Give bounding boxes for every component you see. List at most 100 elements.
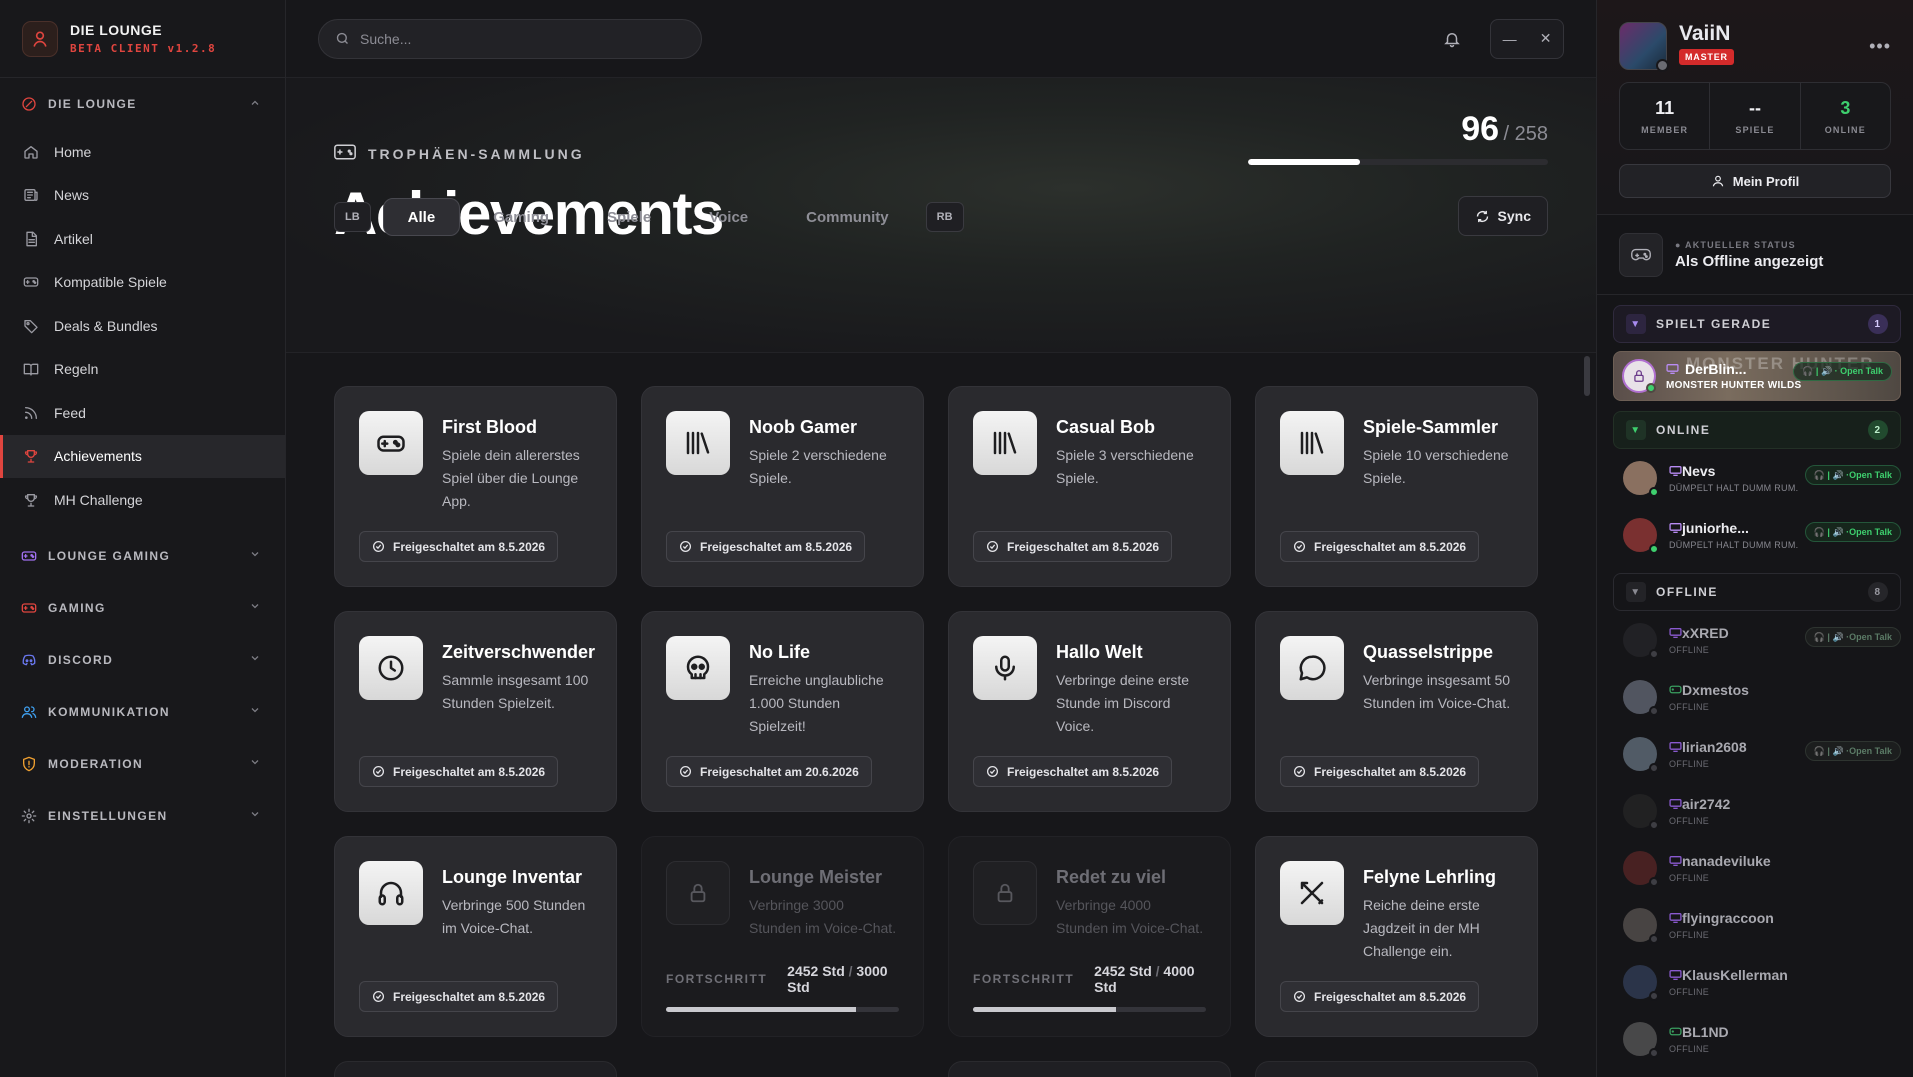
section-offline[interactable]: ▼ OFFLINE 8 [1613, 573, 1901, 611]
minimize-icon[interactable]: — [1503, 31, 1517, 47]
sync-button[interactable]: Sync [1457, 196, 1548, 236]
gamepad-icon [334, 144, 356, 163]
presence-dot [1649, 543, 1659, 554]
member-status: OFFLINE [1669, 872, 1710, 883]
desktop-icon [1669, 627, 1682, 638]
check-circle-icon [1293, 990, 1306, 1003]
sidebar-item-home[interactable]: Home [0, 130, 285, 174]
sidebar-item-mh-challenge[interactable]: MH Challenge [0, 478, 285, 522]
avatar [1623, 964, 1659, 1001]
unlocked-badge: Freigeschaltet am 8.5.2026 [1280, 981, 1480, 1012]
member-row[interactable]: nanadeviluke OFFLINE [1623, 839, 1901, 896]
achievement-card-partial [1255, 1061, 1538, 1077]
member-row[interactable]: Dxmestos OFFLINE [1623, 668, 1901, 725]
member-row[interactable]: air2742 OFFLINE [1623, 782, 1901, 839]
bell-icon[interactable] [1434, 21, 1470, 57]
member-status: OFFLINE [1669, 1043, 1710, 1054]
my-profile-button[interactable]: Mein Profil [1619, 164, 1891, 198]
overall-progress-fill [1248, 159, 1360, 165]
brand[interactable]: DIE LOUNGE BETA CLIENT v1.2.8 [0, 0, 285, 78]
sidebar-item-regeln[interactable]: Regeln [0, 348, 285, 392]
check-circle-icon [679, 765, 692, 778]
member-name: juniorhe... [1682, 519, 1749, 536]
window-controls: — ✕ [1490, 18, 1564, 59]
sidebar-group-die-lounge[interactable]: DIE LOUNGE [0, 78, 285, 130]
tab-community[interactable]: Community [781, 198, 914, 236]
sidebar-item-kompatible-spiele[interactable]: Kompatible Spiele [0, 261, 285, 305]
member-row[interactable]: juniorhe... DÜMPELT HALT DUMM RUM. 🎧 | 🔊 ·… [1623, 506, 1901, 563]
sidebar-group-label: MODERATION [48, 756, 144, 771]
search-box[interactable] [318, 18, 702, 59]
achievement-card[interactable]: Redet zu viel Verbringe 4000 Stunden im V… [948, 836, 1231, 1037]
tab-spiele[interactable]: Spiele [582, 198, 676, 236]
discord-icon [20, 651, 38, 669]
progress-fill [666, 1007, 857, 1012]
achievement-title: Quasselstrippe [1363, 642, 1494, 662]
achievement-card[interactable]: Lounge Inventar Verbringe 500 Stunden im … [334, 836, 617, 1037]
rb-shortcut[interactable]: RB [925, 202, 964, 232]
scrollbar-thumb[interactable] [1584, 356, 1590, 396]
presence-dot [1649, 648, 1659, 659]
progress-current: 2452 Std [787, 963, 845, 979]
lb-shortcut[interactable]: LB [334, 202, 371, 232]
member-row[interactable]: KlausKellerman OFFLINE [1623, 953, 1901, 1010]
sidebar-item-label: Achievements [54, 448, 142, 465]
achievement-title: Zeitverschwender [442, 642, 596, 662]
achievement-card[interactable]: Spiele-Sammler Spiele 10 verschiedene Spi… [1255, 386, 1538, 587]
achievement-description: Spiele dein allererstes Spiel über die L… [442, 447, 580, 509]
desktop-icon [1669, 522, 1682, 533]
microphone-icon [973, 636, 1037, 700]
tab-voice[interactable]: Voice [684, 198, 773, 236]
sidebar-item-artikel[interactable]: Artikel [0, 217, 285, 261]
presence-dot [1649, 819, 1659, 830]
sidebar-group-gaming[interactable]: GAMING [0, 582, 285, 634]
more-options-icon[interactable]: ••• [1869, 36, 1891, 57]
sidebar-group-moderation[interactable]: MODERATION [0, 738, 285, 790]
section-online[interactable]: ▼ ONLINE 2 [1613, 411, 1901, 449]
current-status[interactable]: ● AKTUELLER STATUS Als Offline angezeigt [1597, 215, 1913, 295]
sidebar-group-lounge-gaming[interactable]: LOUNGE GAMING [0, 530, 285, 582]
section-playing[interactable]: ▼ SPIELT GERADE 1 [1613, 305, 1901, 343]
close-icon[interactable]: ✕ [1540, 30, 1552, 47]
voice-channel-pill: 🎧 | 🔊 · Open Talk [1804, 522, 1901, 542]
achievement-card[interactable]: Zeitverschwender Sammle insgesamt 100 Stu… [334, 611, 617, 812]
sidebar-item-news[interactable]: News [0, 174, 285, 218]
sidebar-item-feed[interactable]: Feed [0, 391, 285, 435]
tab-alle[interactable]: Alle [382, 198, 461, 236]
sidebar-group-discord[interactable]: DISCORD [0, 634, 285, 686]
library-icon [973, 411, 1037, 475]
unlocked-badge: Freigeschaltet am 8.5.2026 [1280, 531, 1480, 562]
user-icon [1712, 175, 1723, 187]
achievement-card[interactable]: Casual Bob Spiele 3 verschiedene Spiele. F… [948, 386, 1231, 587]
home-icon [22, 143, 40, 161]
member-row[interactable]: lirian2608 OFFLINE 🎧 | 🔊 · Open Talk [1623, 725, 1901, 782]
chevron-down-icon [249, 548, 261, 563]
achievement-card[interactable]: Hallo Welt Verbringe deine erste Stunde i… [948, 611, 1231, 812]
achievement-card[interactable]: Quasselstrippe Verbringe insgesamt 50 Stu… [1255, 611, 1538, 812]
search-input[interactable] [360, 30, 660, 47]
member-row[interactable]: BL1ND OFFLINE [1623, 1010, 1901, 1067]
member-row[interactable]: Nevs DÜMPELT HALT DUMM RUM. 🎧 | 🔊 · Open T… [1623, 449, 1901, 506]
tab-gaming[interactable]: Gaming [468, 198, 574, 236]
achievement-card[interactable]: Felyne Lehrling Reiche deine erste Jagdze… [1255, 836, 1538, 1037]
avatar[interactable] [1619, 22, 1669, 72]
playing-user-card[interactable]: MONSTER HUNTER DerBlin... MONSTER HUNTER… [1613, 351, 1901, 401]
achievement-card[interactable]: Lounge Meister Verbringe 3000 Stunden im … [641, 836, 924, 1037]
achievement-card[interactable]: First Blood Spiele dein allererstes Spiel… [334, 386, 617, 587]
member-row[interactable]: flyingraccoon OFFLINE [1623, 896, 1901, 953]
sidebar-item-deals-bundles[interactable]: Deals & Bundles [0, 304, 285, 348]
achievement-card[interactable]: Noob Gamer Spiele 2 verschiedene Spiele. F… [641, 386, 924, 587]
sidebar-group-einstellungen[interactable]: EINSTELLUNGEN [0, 790, 285, 842]
desktop-icon [1669, 855, 1682, 866]
sidebar-item-achievements[interactable]: Achievements [0, 434, 285, 478]
achievement-description: Verbringe 4000 Stunden im Voice-Chat. [1056, 897, 1204, 936]
unlocked-date: Freigeschaltet am 8.5.2026 [700, 539, 853, 554]
achievement-card[interactable]: No Life Erreiche unglaubliche 1.000 Stund… [641, 611, 924, 812]
unlocked-badge: Freigeschaltet am 8.5.2026 [973, 756, 1173, 787]
member-row[interactable]: xXRED OFFLINE 🎧 | 🔊 · Open Talk [1623, 611, 1901, 668]
avatar [1622, 359, 1656, 393]
headphones-icon [359, 861, 423, 925]
achievement-title: Felyne Lehrling [1363, 867, 1497, 887]
sidebar-group-kommunikation[interactable]: KOMMUNIKATION [0, 686, 285, 738]
progress-fill [973, 1007, 1116, 1012]
